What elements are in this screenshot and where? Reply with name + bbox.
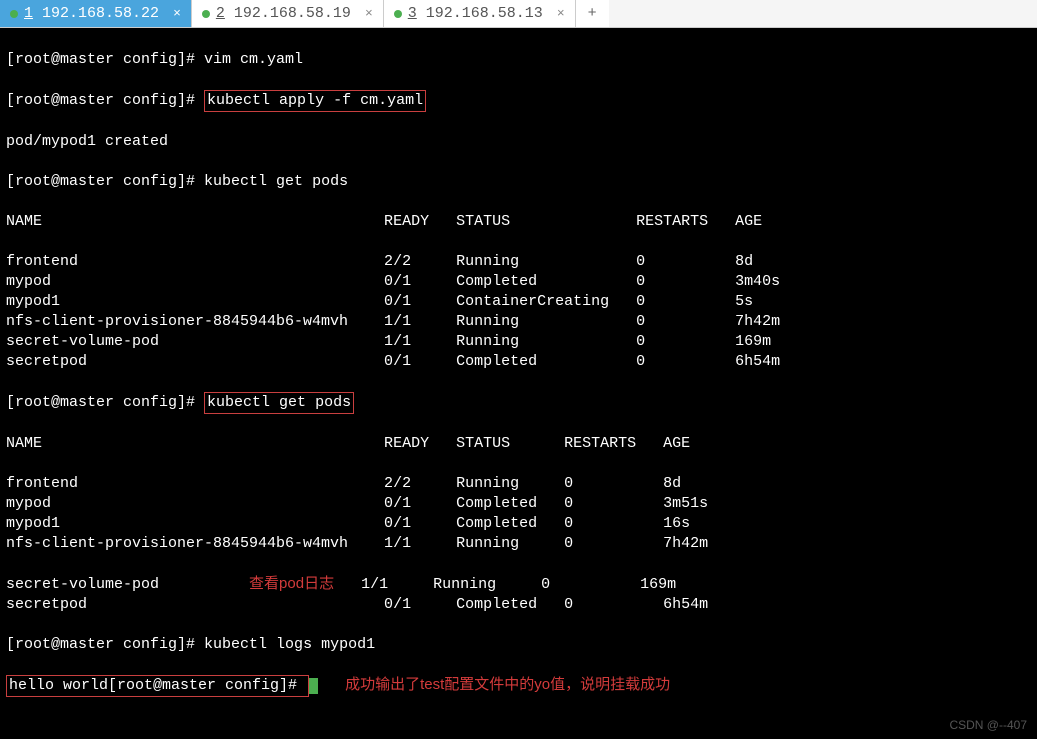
table-row: mypod 0/1 Completed 0 3m51s [6, 494, 1031, 514]
table-row: secret-volume-pod 查看pod日志 1/1 Running 0 … [6, 574, 1031, 595]
table-row: frontend 2/2 Running 0 8d [6, 252, 1031, 272]
terminal-line: [root@master config]# kubectl logs mypod… [6, 635, 1031, 655]
status-dot-icon [202, 10, 210, 18]
terminal-line: [root@master config]# kubectl apply -f c… [6, 90, 1031, 112]
table-row: frontend 2/2 Running 0 8d [6, 474, 1031, 494]
terminal-line: hello world[root@master config]# 成功输出了te… [6, 675, 1031, 697]
close-icon[interactable]: × [365, 6, 373, 21]
annotation-success: 成功输出了test配置文件中的yo值，说明挂载成功 [345, 675, 670, 695]
annotation-view-logs: 查看pod日志 [249, 574, 334, 594]
table-body: secret-volume-pod 查看pod日志 1/1 Running 0 … [6, 574, 1031, 615]
tab-ip: 192.168.58.19 [234, 5, 351, 22]
tab-3[interactable]: 3 192.168.58.13 × [384, 0, 576, 27]
status-dot-icon [10, 10, 18, 18]
status-dot-icon [394, 10, 402, 18]
terminal-line: pod/mypod1 created [6, 132, 1031, 152]
tab-ip: 192.168.58.13 [426, 5, 543, 22]
tab-number: 2 [216, 5, 225, 22]
watermark: CSDN @--407 [949, 715, 1027, 735]
table-body: frontend 2/2 Running 0 8dmypod 0/1 Compl… [6, 252, 1031, 372]
tab-2[interactable]: 2 192.168.58.19 × [192, 0, 384, 27]
table-row: nfs-client-provisioner-8845944b6-w4mvh 1… [6, 312, 1031, 332]
highlighted-output: hello world[root@master config]# [6, 675, 309, 697]
close-icon[interactable]: × [557, 6, 565, 21]
table-row: mypod1 0/1 Completed 0 16s [6, 514, 1031, 534]
table-header: NAME READY STATUS RESTARTS AGE [6, 434, 1031, 454]
terminal-line: [root@master config]# vim cm.yaml [6, 50, 1031, 70]
tab-ip: 192.168.58.22 [42, 5, 159, 22]
table-row: mypod1 0/1 ContainerCreating 0 5s [6, 292, 1031, 312]
table-row: mypod 0/1 Completed 0 3m40s [6, 272, 1031, 292]
tab-1[interactable]: 1 192.168.58.22 × [0, 0, 192, 27]
tab-number: 1 [24, 5, 33, 22]
tab-number: 3 [408, 5, 417, 22]
table-row: secret-volume-pod 1/1 Running 0 169m [6, 332, 1031, 352]
highlighted-command: kubectl get pods [204, 392, 354, 414]
table-row: secretpod 0/1 Completed 0 6h54m [6, 352, 1031, 372]
terminal-line: [root@master config]# kubectl get pods [6, 172, 1031, 192]
terminal-line: [root@master config]# kubectl get pods [6, 392, 1031, 414]
add-tab-button[interactable]: + [576, 0, 609, 27]
cursor-icon [309, 678, 318, 694]
table-header: NAME READY STATUS RESTARTS AGE [6, 212, 1031, 232]
tab-bar: 1 192.168.58.22 × 2 192.168.58.19 × 3 19… [0, 0, 1037, 28]
table-row: nfs-client-provisioner-8845944b6-w4mvh 1… [6, 534, 1031, 554]
highlighted-command: kubectl apply -f cm.yaml [204, 90, 426, 112]
terminal[interactable]: [root@master config]# vim cm.yaml [root@… [0, 28, 1037, 739]
table-row: secretpod 0/1 Completed 0 6h54m [6, 595, 1031, 615]
table-body: frontend 2/2 Running 0 8dmypod 0/1 Compl… [6, 474, 1031, 554]
close-icon[interactable]: × [173, 6, 181, 21]
